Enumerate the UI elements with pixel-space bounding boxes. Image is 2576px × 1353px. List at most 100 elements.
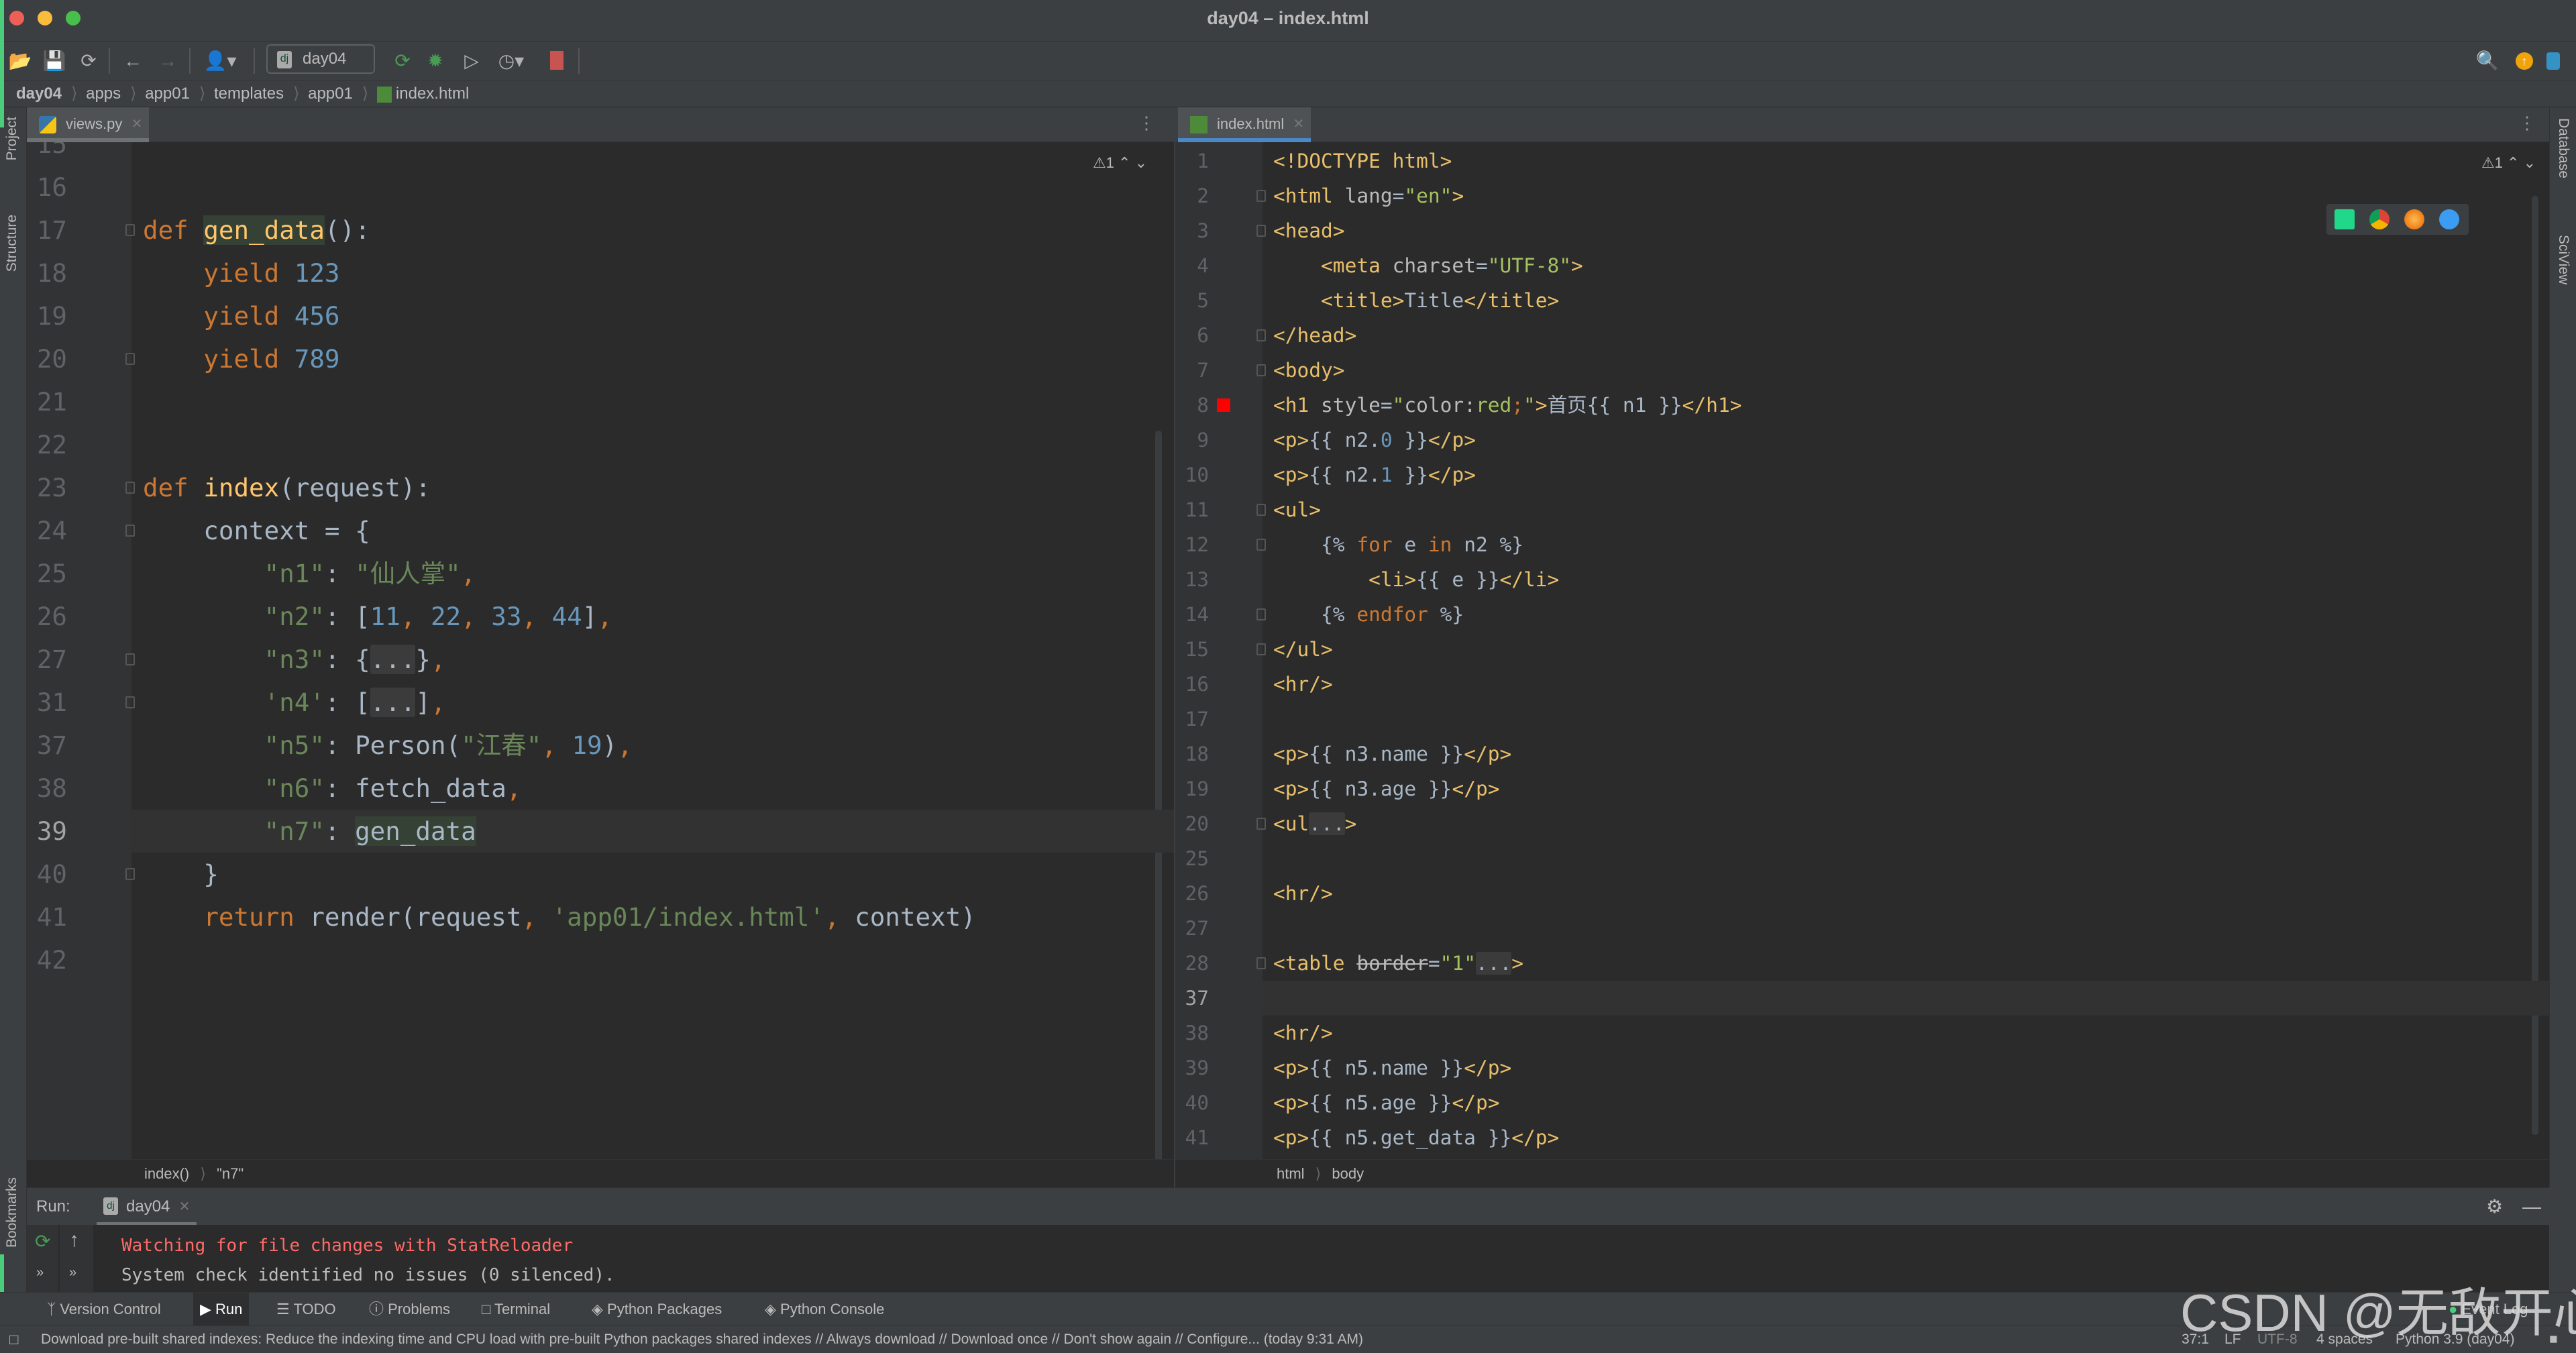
- vertical-scrollbar[interactable]: [1155, 431, 1162, 1159]
- close-tab-icon[interactable]: ✕: [131, 107, 143, 141]
- version-control-tool-button[interactable]: ᛉ Version Control: [40, 1293, 168, 1326]
- right-code-editor[interactable]: ⚠1 ⌃ ⌄ 1 <!DOCTYPE html> 2 <html lang="en">…: [1175, 142, 2549, 1159]
- search-icon[interactable]: 🔍: [2474, 48, 2501, 74]
- line-number: 9: [1197, 429, 1209, 451]
- breadcrumb-function[interactable]: index(): [144, 1165, 189, 1182]
- rerun-icon[interactable]: ⟳: [389, 48, 416, 74]
- expand-icon[interactable]: »: [69, 1265, 76, 1281]
- inspection-widget[interactable]: ⚠1 ⌃ ⌄: [2481, 154, 2536, 172]
- fold-marker-icon[interactable]: [1256, 225, 1266, 237]
- line-number: 4: [1197, 254, 1209, 277]
- run-configuration-dropdown[interactable]: dj day04 ▼: [266, 44, 375, 95]
- fold-marker-icon[interactable]: [125, 525, 135, 537]
- fold-marker-icon[interactable]: [1256, 329, 1266, 341]
- database-tool-button[interactable]: Database: [2555, 118, 2571, 178]
- back-arrow-icon[interactable]: ←: [119, 48, 146, 74]
- breadcrumb-templates[interactable]: templates: [214, 85, 284, 103]
- terminal-tool-button[interactable]: □ Terminal: [475, 1293, 557, 1326]
- fold-marker-icon[interactable]: [1256, 504, 1266, 516]
- folded-code-placeholder[interactable]: ...: [370, 645, 416, 674]
- code-line: "n7": gen_data: [143, 810, 476, 853]
- left-code-editor[interactable]: ⚠1 ⌃ ⌄ 15 16 17 def gen_data(): 18 yield 123…: [27, 142, 1174, 1159]
- breadcrumb-app01[interactable]: app01: [145, 85, 190, 103]
- folded-code-placeholder[interactable]: ...: [370, 688, 416, 717]
- run-tab-day04[interactable]: dj day04 ✕: [97, 1188, 197, 1226]
- user-icon[interactable]: 👤▾: [200, 48, 240, 74]
- project-tool-button[interactable]: Project: [4, 117, 20, 160]
- problems-tool-button[interactable]: ⓘ Problems: [362, 1293, 457, 1326]
- breadcrumb-file[interactable]: index.html: [396, 85, 469, 103]
- save-icon[interactable]: 💾: [41, 48, 68, 74]
- breadcrumb-key[interactable]: "n7": [217, 1165, 244, 1182]
- breadcrumb-body[interactable]: body: [1332, 1165, 1364, 1182]
- rerun-icon[interactable]: ⟳: [35, 1230, 50, 1252]
- python-packages-tool-button[interactable]: ◈ Python Packages: [585, 1293, 729, 1326]
- code-token: </p>: [1452, 777, 1500, 800]
- code-line: context = {: [143, 509, 370, 552]
- fold-marker-icon[interactable]: [125, 224, 135, 236]
- expand-icon[interactable]: »: [36, 1265, 44, 1281]
- fold-marker-icon[interactable]: [125, 696, 135, 708]
- stop-icon[interactable]: [550, 51, 564, 70]
- line-number: 39: [36, 816, 67, 846]
- fold-marker-icon[interactable]: [1256, 190, 1266, 202]
- debug-icon[interactable]: ✹: [422, 48, 449, 74]
- status-message[interactable]: Download pre-built shared indexes: Reduc…: [41, 1326, 1363, 1353]
- code-token: ,: [400, 602, 431, 631]
- tab-index-html[interactable]: index.html ✕: [1178, 107, 1311, 142]
- fold-marker-icon[interactable]: [1256, 957, 1266, 969]
- fold-marker-icon[interactable]: [1256, 643, 1266, 655]
- more-options-icon[interactable]: ⋮: [2518, 113, 2536, 133]
- code-token: gen_data: [355, 816, 476, 846]
- code-token: >: [1344, 812, 1357, 835]
- fold-marker-icon[interactable]: [1256, 539, 1266, 551]
- pycharm-icon[interactable]: [2334, 209, 2355, 229]
- close-tab-icon[interactable]: ✕: [1293, 107, 1305, 141]
- up-arrow-icon[interactable]: ↑: [69, 1229, 79, 1252]
- breadcrumb-project[interactable]: day04: [16, 85, 62, 103]
- bookmarks-tool-button[interactable]: Bookmarks: [4, 1177, 20, 1248]
- folded-code-placeholder[interactable]: ...: [1309, 812, 1345, 835]
- firefox-icon[interactable]: [2404, 209, 2424, 229]
- minimize-icon[interactable]: —: [2522, 1188, 2541, 1226]
- structure-tool-button[interactable]: Structure: [4, 215, 20, 272]
- line-number: 17: [36, 215, 67, 245]
- update-icon[interactable]: ↑: [2516, 52, 2533, 70]
- open-folder-icon[interactable]: 📂: [7, 48, 34, 74]
- fold-marker-icon[interactable]: [125, 653, 135, 665]
- jetbrains-toolbox-icon[interactable]: [2546, 52, 2560, 70]
- python-console-tool-button[interactable]: ◈ Python Console: [758, 1293, 891, 1326]
- tab-views-py[interactable]: views.py ✕: [27, 107, 150, 142]
- folded-code-placeholder[interactable]: ...: [1475, 952, 1512, 975]
- fold-marker-icon[interactable]: [1256, 608, 1266, 620]
- fold-marker-icon[interactable]: [1256, 364, 1266, 376]
- breadcrumb-html[interactable]: html: [1277, 1165, 1305, 1182]
- inspection-widget[interactable]: ⚠1 ⌃ ⌄: [1093, 154, 1147, 172]
- breadcrumb-apps[interactable]: apps: [86, 85, 121, 103]
- profile-icon[interactable]: ◷▾: [491, 48, 531, 74]
- chrome-icon[interactable]: [2369, 209, 2390, 229]
- breadcrumb-app01-templates[interactable]: app01: [308, 85, 353, 103]
- forward-arrow-icon[interactable]: →: [154, 48, 181, 74]
- toolbar-divider: [189, 48, 191, 74]
- fold-marker-icon[interactable]: [125, 868, 135, 880]
- close-tab-icon[interactable]: ✕: [179, 1188, 191, 1226]
- more-options-icon[interactable]: ⋮: [1138, 113, 1155, 133]
- fold-marker-icon[interactable]: [1256, 818, 1266, 830]
- code-token: render(request: [309, 902, 522, 932]
- fold-marker-icon[interactable]: [125, 353, 135, 365]
- code-token: index: [203, 473, 280, 502]
- code-token: "1": [1440, 952, 1476, 975]
- run-tool-button[interactable]: ▶ Run: [193, 1293, 250, 1326]
- fold-marker-icon[interactable]: [125, 482, 135, 494]
- run-console[interactable]: ⟳ » ↑ » Watching for file changes with S…: [27, 1225, 2549, 1292]
- sciview-tool-button[interactable]: SciView: [2555, 235, 2571, 284]
- safari-icon[interactable]: [2439, 209, 2459, 229]
- status-toggle-icon[interactable]: □: [9, 1326, 18, 1353]
- sync-icon[interactable]: ⟳: [75, 48, 102, 74]
- gear-icon[interactable]: ⚙: [2486, 1188, 2503, 1226]
- line-number: 41: [1185, 1126, 1209, 1149]
- todo-tool-button[interactable]: ☰ TODO: [270, 1293, 343, 1326]
- coverage-icon[interactable]: ▷: [458, 48, 485, 74]
